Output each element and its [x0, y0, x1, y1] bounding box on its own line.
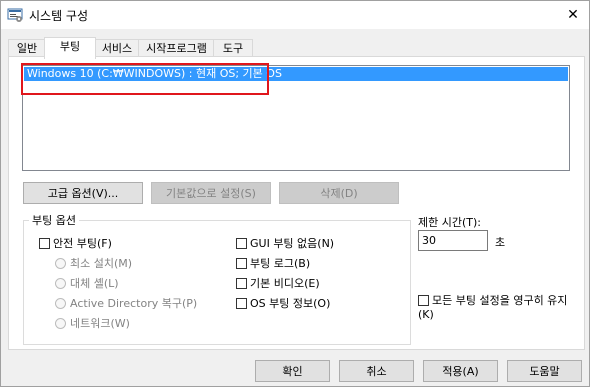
minimal-radio[interactable]: 최소 설치(M): [55, 257, 132, 271]
checkbox-box[interactable]: [236, 238, 247, 249]
minimal-label: 최소 설치(M): [70, 257, 133, 270]
help-button[interactable]: 도움말: [507, 360, 582, 382]
tab-boot[interactable]: 부팅: [44, 37, 96, 59]
system-configuration-window: 시스템 구성 ✕ 일반 부팅 서비스 시작프로그램 도구 Windows 10 …: [0, 0, 590, 387]
apply-button[interactable]: 적용(A): [423, 360, 498, 382]
no-gui-boot-checkbox[interactable]: GUI 부팅 없음(N): [236, 237, 334, 251]
boot-tab-panel: Windows 10 (C:₩WINDOWS) : 현재 OS; 기본 OS 고…: [8, 56, 585, 350]
checkbox-box[interactable]: [236, 278, 247, 289]
radio-circle[interactable]: [55, 258, 66, 269]
checkbox-box[interactable]: [418, 295, 429, 306]
alternate-shell-label: 대체 셸(L): [70, 277, 119, 290]
timeout-unit-label: 초: [495, 236, 506, 249]
boot-options-label: 부팅 옵션: [29, 212, 79, 228]
tab-tools[interactable]: 도구: [213, 39, 253, 57]
tab-startup-label: 시작프로그램: [146, 42, 207, 55]
boot-log-checkbox[interactable]: 부팅 로그(B): [236, 257, 310, 271]
msconfig-icon: [7, 7, 23, 23]
advanced-options-button[interactable]: 고급 옵션(V)...: [23, 182, 143, 204]
set-default-button[interactable]: 기본값으로 설정(S): [151, 182, 271, 204]
radio-circle[interactable]: [55, 318, 66, 329]
boot-log-label: 부팅 로그(B): [250, 257, 311, 270]
make-permanent-label: 모든 부팅 설정을 영구히 유지(K): [418, 294, 568, 321]
checkbox-box[interactable]: [39, 238, 50, 249]
base-video-label: 기본 비디오(E): [250, 277, 320, 290]
tab-services[interactable]: 서비스: [94, 39, 140, 57]
radio-circle[interactable]: [55, 278, 66, 289]
delete-button[interactable]: 삭제(D): [279, 182, 399, 204]
close-icon[interactable]: ✕: [561, 3, 585, 27]
safe-boot-label: 안전 부팅(F): [53, 237, 112, 250]
ad-repair-radio[interactable]: Active Directory 복구(P): [55, 297, 197, 311]
title-bar: 시스템 구성 ✕: [1, 1, 589, 29]
base-video-checkbox[interactable]: 기본 비디오(E): [236, 277, 320, 291]
alternate-shell-radio[interactable]: 대체 셸(L): [55, 277, 119, 291]
tab-general-label: 일반: [16, 42, 38, 55]
os-boot-info-checkbox[interactable]: OS 부팅 정보(O): [236, 297, 330, 311]
tab-startup[interactable]: 시작프로그램: [138, 39, 215, 57]
network-label: 네트워크(W): [70, 317, 130, 330]
make-permanent-checkbox[interactable]: 모든 부팅 설정을 영구히 유지(K): [418, 294, 578, 322]
tab-services-label: 서비스: [101, 42, 133, 55]
safe-boot-checkbox[interactable]: 안전 부팅(F): [39, 237, 112, 251]
checkbox-box[interactable]: [236, 258, 247, 269]
os-boot-info-label: OS 부팅 정보(O): [250, 297, 331, 310]
tab-tools-label: 도구: [222, 42, 244, 55]
tab-boot-label: 부팅: [59, 40, 81, 53]
timeout-input[interactable]: 30: [418, 230, 488, 251]
window-title: 시스템 구성: [29, 9, 89, 23]
network-radio[interactable]: 네트워크(W): [55, 317, 130, 331]
no-gui-boot-label: GUI 부팅 없음(N): [250, 237, 335, 250]
tab-general[interactable]: 일반: [8, 39, 46, 57]
ok-button[interactable]: 확인: [255, 360, 330, 382]
timeout-label: 제한 시간(T):: [418, 216, 481, 229]
ad-repair-label: Active Directory 복구(P): [70, 297, 198, 310]
annotation-highlight-box: [21, 63, 269, 95]
radio-circle[interactable]: [55, 298, 66, 309]
cancel-button[interactable]: 취소: [339, 360, 414, 382]
checkbox-box[interactable]: [236, 298, 247, 309]
